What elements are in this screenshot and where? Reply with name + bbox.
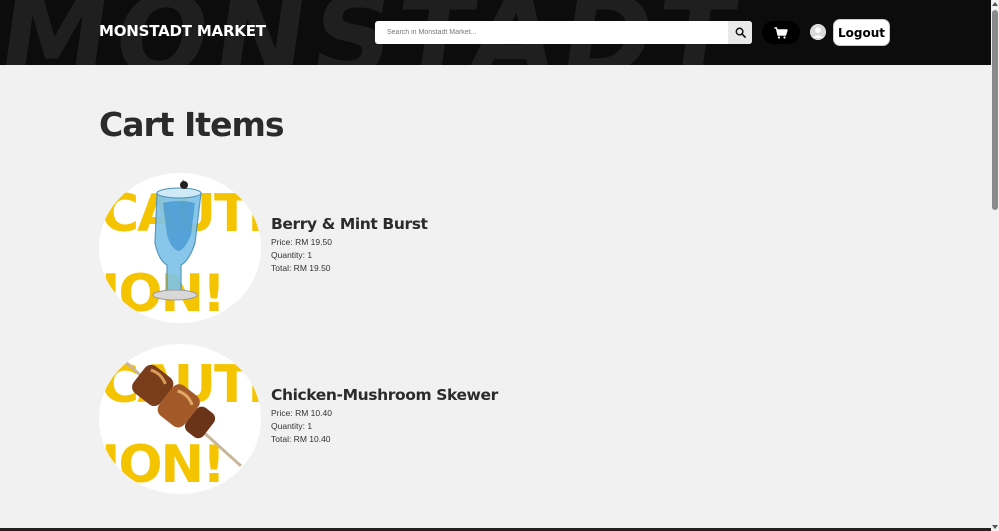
item-name[interactable]: Berry & Mint Burst (271, 215, 428, 233)
page-scrollbar[interactable] (991, 0, 999, 531)
cart-item: CAUTI ION! Berry & Mint Burst Price: RM … (99, 173, 599, 323)
cart-icon (774, 26, 788, 39)
caution-overlay-text: ION! (101, 435, 224, 494)
search-bar (375, 21, 752, 44)
logout-button[interactable]: Logout (833, 19, 890, 46)
item-info: Chicken-Mushroom Skewer Price: RM 10.40 … (271, 386, 498, 446)
cart-item: CAUTI ION! Chicken-Mushroom Skewer Price… (99, 344, 599, 494)
user-avatar-icon[interactable] (810, 24, 826, 40)
item-quantity: Quantity: 1 (271, 421, 313, 431)
item-info: Berry & Mint Burst Price: RM 19.50 Quant… (271, 215, 428, 275)
item-price: Price: RM 19.50 (271, 237, 332, 247)
item-image: CAUTI ION! (99, 173, 261, 323)
search-button[interactable] (728, 21, 752, 44)
item-quantity: Quantity: 1 (271, 250, 313, 260)
item-total: Total: RM 19.50 (271, 263, 331, 273)
item-name[interactable]: Chicken-Mushroom Skewer (271, 386, 498, 404)
search-input[interactable] (375, 21, 725, 44)
item-total: Total: RM 10.40 (271, 434, 331, 444)
page-title: Cart Items (99, 105, 284, 144)
cart-button[interactable] (762, 21, 800, 44)
scroll-thumb[interactable] (992, 10, 998, 210)
search-icon (735, 27, 746, 38)
scroll-down-arrow-icon[interactable] (992, 525, 998, 529)
header-bar: MONSTADT MONSTADT MARKET Logout (0, 0, 991, 65)
scroll-up-arrow-icon[interactable] (992, 2, 998, 6)
brand-logo[interactable]: MONSTADT MARKET (99, 22, 266, 40)
cart-page: Cart Items CAUTI ION! Berry & Mint Burst… (0, 65, 991, 531)
item-price: Price: RM 10.40 (271, 408, 332, 418)
item-image: CAUTI ION! (99, 344, 261, 494)
